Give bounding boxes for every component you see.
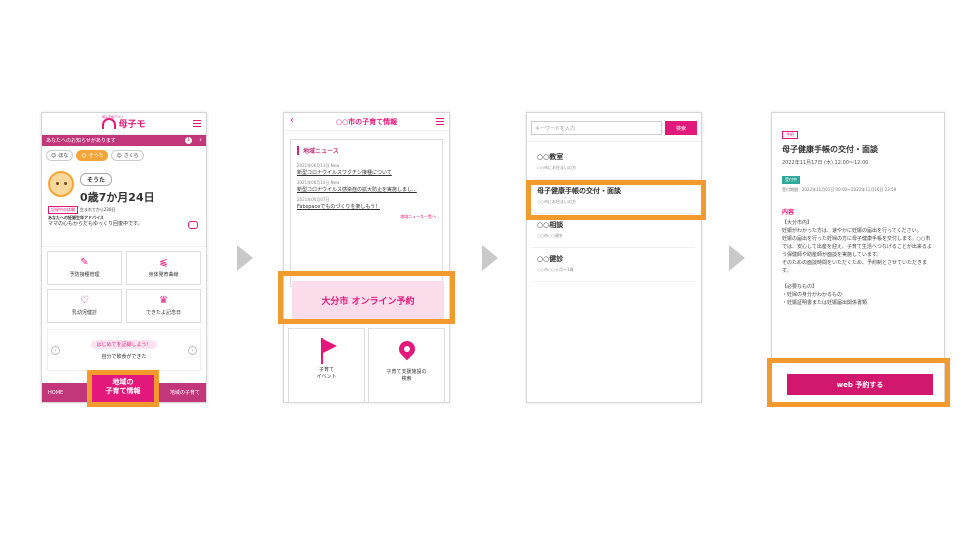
child-tab-hona[interactable]: ☺ ほな xyxy=(46,150,74,161)
child-face-icon: ☺ xyxy=(51,152,57,159)
child-tab-label: ほな xyxy=(58,153,69,159)
menu-label: 予防接種管理 xyxy=(69,272,100,278)
growth-chart-icon: ⫹ xyxy=(159,257,168,268)
detail-date: 2022年11月17日 (木) 12:00〜12:00 xyxy=(782,160,869,166)
menu-label: できたよ記念日 xyxy=(145,310,181,316)
news-item[interactable]: 2021年06月11日 New 新型コロナウイルスワクチン接種について xyxy=(297,163,436,176)
menu-growth-chart[interactable]: ⫹ 身体発育曲線 xyxy=(126,251,201,285)
search-button[interactable]: 検索 xyxy=(665,121,697,135)
highlight-list-item xyxy=(526,180,706,220)
menu-milestones[interactable]: ♛ できたよ記念日 xyxy=(126,289,201,323)
milestone-banner[interactable]: ‹ はじめてを記録しよう！ 自分で飲食ができた › xyxy=(47,329,201,371)
item-sub: ○○市にお住まいの方 xyxy=(537,165,576,170)
news-item[interactable]: 2021年06月10日 New 新型コロナウイルス感染症の拡大防止を実施しまし.… xyxy=(297,180,436,193)
news-item[interactable]: 2021年06月07日 Fabspaceでものづくりを楽しもう！ xyxy=(297,197,436,210)
home-screen: 母子手帳アプリ 母子モ あなたへのお知らせがあります 1 › ☺ ほな ☺ そう… xyxy=(41,112,207,403)
banner-text: 自分で飲食ができた xyxy=(101,354,147,360)
status-badge: 受付中 xyxy=(782,176,800,184)
map-pin-icon xyxy=(395,337,418,361)
list-item[interactable]: ○○健診 ○○市○○ヶ月〜1歳 xyxy=(533,248,695,282)
detail-title: 母子健康手帳の交付・面談 xyxy=(782,145,878,154)
chevron-left-icon[interactable]: ‹ xyxy=(51,346,60,355)
flow-arrow-icon xyxy=(729,245,745,271)
flow-arrow-icon xyxy=(482,245,498,271)
news-link[interactable]: 新型コロナウイルス感染症の拡大防止を実施しまし... xyxy=(297,186,436,193)
notification-bar[interactable]: あなたへのお知らせがあります 1 › xyxy=(42,135,206,146)
news-more-link[interactable]: 地域ニュース一覧へ xyxy=(297,214,436,220)
highlight-reservation xyxy=(278,271,455,324)
nav-home[interactable]: HOME xyxy=(48,390,63,396)
menu-vaccination[interactable]: ✎ 予防接種管理 xyxy=(47,251,122,285)
flow-arrow-icon xyxy=(237,245,253,271)
speech-bubble-icon xyxy=(188,221,198,229)
logo-subtitle: 母子手帳アプリ xyxy=(102,115,124,119)
chevron-right-icon: › xyxy=(199,136,202,144)
app-header: 母子手帳アプリ 母子モ xyxy=(42,113,206,135)
detail-body: 【大分市内】 妊娠がわかった方は、速やかに妊娠の届出を行ってください。 妊娠の届… xyxy=(782,220,932,306)
syringe-icon: ✎ xyxy=(80,257,89,268)
highlight-web-reserve xyxy=(767,358,950,407)
flow-diagram: 母子手帳アプリ 母子モ あなたへのお知らせがあります 1 › ☺ ほな ☺ そう… xyxy=(0,0,970,543)
news-link[interactable]: Fabspaceでものづくりを楽しもう！ xyxy=(297,203,436,210)
detail-content: 予約 母子健康手帳の交付・面談 2022年11月17日 (木) 12:00〜12… xyxy=(772,113,944,317)
child-face-icon: ☺ xyxy=(116,152,122,159)
highlight-local-info xyxy=(87,370,159,407)
crown-icon: ♛ xyxy=(159,295,168,306)
child-tab-label: さくら xyxy=(123,153,139,159)
reservation-list-screen: キーワードを入力 検索 ○○教室 ○○市にお住まいの方 母子健康手帳の交付・面談… xyxy=(526,112,702,403)
back-chevron-icon[interactable]: ‹ xyxy=(290,115,294,126)
category-tag: 予約 xyxy=(782,131,798,139)
item-title: ○○相談 xyxy=(537,221,564,229)
item-title: ○○教室 xyxy=(537,153,564,161)
stethoscope-icon: ♡ xyxy=(80,295,89,306)
news-link[interactable]: 新型コロナウイルスワクチン接種について xyxy=(297,169,436,176)
search-input[interactable]: キーワードを入力 xyxy=(531,121,662,135)
hamburger-menu-icon[interactable] xyxy=(193,120,201,127)
child-tab-souta[interactable]: ☺ そうた xyxy=(76,150,109,161)
list-item[interactable]: ○○教室 ○○市にお住まいの方 xyxy=(533,146,695,180)
advice-body: ママの心もからだもゆっくり回復中です。 xyxy=(48,221,143,227)
menu-label: 身体発育曲線 xyxy=(148,272,179,278)
tile-events[interactable]: 子育て イベント xyxy=(288,328,365,402)
chevron-right-icon[interactable]: › xyxy=(188,346,197,355)
search-bar: キーワードを入力 検索 xyxy=(527,113,701,142)
notification-text: あなたへのお知らせがあります xyxy=(46,138,116,144)
child-tabs: ☺ ほな ☺ そうた ☺ さくら xyxy=(42,146,206,165)
flag-icon xyxy=(320,338,337,364)
child-tab-label: そうた xyxy=(88,153,104,159)
menu-label: 乳幼児健診 xyxy=(71,310,97,316)
hamburger-menu-icon[interactable] xyxy=(436,118,444,125)
screen-header: ‹ ○○市の子育て情報 xyxy=(284,113,449,131)
news-panel: 地域ニュース 2021年06月11日 New 新型コロナウイルスワクチン接種につ… xyxy=(290,139,443,287)
feature-grid: ✎ 予防接種管理 ⫹ 身体発育曲線 ♡ 乳幼児健診 ♛ できたよ記念日 xyxy=(42,247,206,327)
child-face-icon: ☺ xyxy=(81,152,87,159)
detail-meta: 受付期間 : 2022年11月01日 00:00〜2022年11月16日 23:… xyxy=(782,187,897,192)
tile-facility-search[interactable]: 子育て支援施設の 検索 xyxy=(368,328,445,402)
news-heading: 地域ニュース xyxy=(297,146,436,155)
menu-checkup[interactable]: ♡ 乳幼児健診 xyxy=(47,289,122,323)
section-heading: 内容 xyxy=(782,209,795,216)
item-sub: ○○市○○ヶ月〜1歳 xyxy=(537,267,574,272)
item-sub: ○○市○○歳を xyxy=(537,233,563,238)
notification-count-badge: 1 xyxy=(185,137,192,144)
tile-label: 子育て イベント xyxy=(316,367,337,380)
advice-card[interactable]: あなたへの妊娠生年アドバイス ママの心もからだもゆっくり回復中です。 xyxy=(42,213,206,247)
logo-icon xyxy=(102,118,117,129)
banner-title: はじめてを記録しよう！ xyxy=(90,340,158,349)
local-info-screen: ‹ ○○市の子育て情報 地域ニュース 2021年06月11日 New 新型コロナ… xyxy=(283,112,450,403)
tile-row: 子育て イベント 子育て支援施設の 検索 xyxy=(284,328,449,402)
baby-avatar xyxy=(48,171,74,197)
child-age: 0歳7か月24日 xyxy=(80,191,155,204)
tile-label: 子育て支援施設の 検索 xyxy=(386,369,427,382)
nav-right[interactable]: 地域の子育て xyxy=(170,389,200,396)
child-tab-sakura[interactable]: ☺ さくら xyxy=(111,150,144,161)
child-name: そうた xyxy=(80,173,113,186)
screen-title: ○○市の子育て情報 xyxy=(335,117,398,126)
item-title: ○○健診 xyxy=(537,255,564,263)
